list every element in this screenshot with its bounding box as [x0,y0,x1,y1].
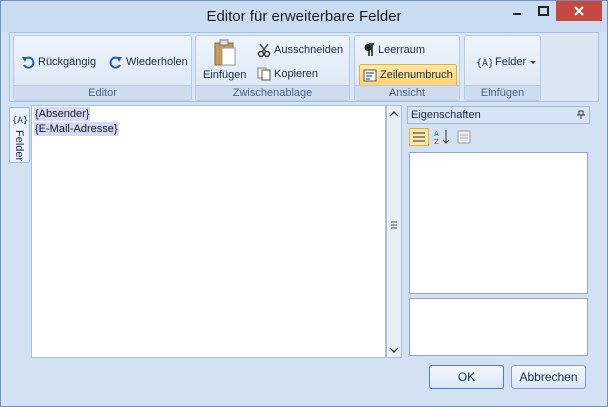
scroll-grip-icon [391,221,397,229]
wordwrap-label: Zeilenumbruch [380,69,453,81]
field-token[interactable]: {E-Mail-Adresse} [34,122,119,136]
properties-panel: Eigenschaften AZ [407,105,600,358]
minimize-button[interactable] [504,1,530,21]
svg-text:Z: Z [434,138,439,146]
property-description [409,298,588,356]
whitespace-button[interactable]: Leerraum [360,40,428,60]
wordwrap-icon [363,69,377,81]
text-editor[interactable]: {Absender} {E-Mail-Adresse} [31,105,386,358]
sort-alphabetical-icon[interactable]: AZ [433,128,451,146]
fields-label: Felder [495,56,527,68]
undo-icon [22,56,35,69]
cancel-button[interactable]: Abbrechen [511,365,586,389]
ribbon: Rückgängig Wiederholen Editor Einfügen A… [9,32,599,102]
undo-label: Rückgängig [38,56,97,68]
properties-header: Eigenschaften [407,106,590,124]
property-pages-icon[interactable] [455,128,473,146]
pilcrow-icon [364,43,374,56]
scissors-icon [257,43,271,57]
ribbon-group-editor: Rückgängig Wiederholen Editor [13,35,192,101]
dialog-window: Editor für erweiterbare Felder Rückgängi… [0,0,608,407]
scroll-up-icon [389,111,399,117]
cut-button[interactable]: Ausschneiden [254,40,346,60]
properties-title: Eigenschaften [411,109,481,121]
minimize-icon [513,13,521,15]
main-content: {A} Felder {Absender} {E-Mail-Adresse} E… [9,105,600,358]
ribbon-group-insert: {A} Felder Einfügen [464,35,541,101]
fields-dropdown-button[interactable]: {A} Felder [473,52,540,72]
maximize-icon [537,6,549,16]
field-braces-icon: {A} [476,58,492,69]
copy-icon [257,67,271,81]
field-braces-icon: {A} [12,116,28,126]
field-token[interactable]: {Absender} [34,107,91,121]
redo-icon [109,56,122,69]
paste-icon [214,39,236,66]
ribbon-group-insert-label: Einfügen [465,85,540,100]
paste-label: Einfügen [203,69,247,81]
maximize-button[interactable] [530,1,556,21]
wordwrap-button[interactable]: Zeilenumbruch [359,64,457,86]
scroll-down-icon [389,347,399,353]
fields-side-tab-label: Felder [13,130,25,162]
ribbon-group-clipboard: Einfügen Ausschneiden Kopieren Zwischena… [195,35,350,101]
svg-text:{A}: {A} [476,58,492,69]
pin-icon[interactable] [576,110,586,120]
svg-text:A: A [434,130,439,138]
categorized-icon[interactable] [409,128,429,146]
redo-button[interactable]: Wiederholen [106,52,191,72]
close-button[interactable] [556,1,602,21]
chevron-down-icon [530,61,537,64]
fields-side-tab[interactable]: {A} Felder [9,107,30,163]
close-icon [574,6,584,16]
ribbon-group-editor-label: Editor [14,85,191,100]
ribbon-group-view-label: Ansicht [355,85,459,100]
ribbon-group-view: Leerraum Zeilenumbruch Ansicht [354,35,460,101]
cut-label: Ausschneiden [274,44,344,56]
paste-button[interactable]: Einfügen [200,39,249,81]
property-grid[interactable] [409,152,588,294]
svg-text:{A}: {A} [12,116,28,126]
redo-label: Wiederholen [126,56,188,68]
ok-button[interactable]: OK [429,365,504,389]
properties-toolbar: AZ [409,127,473,147]
title-bar: Editor für erweiterbare Felder [1,1,607,32]
copy-button[interactable]: Kopieren [254,64,321,84]
copy-label: Kopieren [274,68,319,80]
undo-button[interactable]: Rückgängig [18,52,99,72]
editor-scrollbar[interactable] [386,105,402,358]
whitespace-label: Leerraum [378,44,426,56]
ribbon-group-clipboard-label: Zwischenablage [196,85,349,100]
